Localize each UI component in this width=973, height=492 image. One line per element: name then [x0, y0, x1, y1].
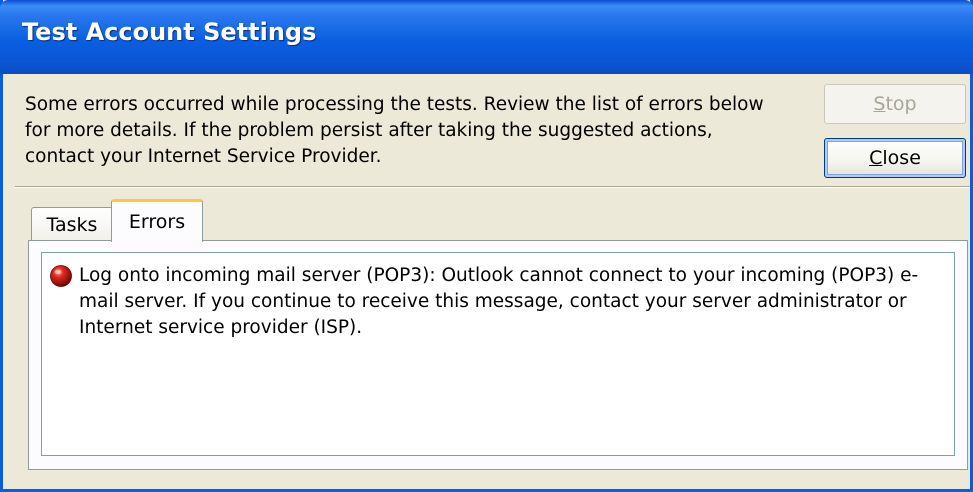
stop-accel: S: [873, 93, 886, 115]
close-label: lose: [882, 147, 921, 169]
errors-tab-panel: Log onto incoming mail server (POP3): Ou…: [28, 240, 968, 470]
status-message: Some errors occurred while processing th…: [25, 94, 764, 167]
close-accel: C: [869, 147, 883, 169]
error-ball-icon: [50, 265, 72, 287]
test-account-settings-dialog: Test Account Settings Some errors occurr…: [0, 0, 973, 492]
stop-label: top: [885, 93, 917, 115]
title-bar[interactable]: Test Account Settings: [0, 0, 973, 74]
close-button[interactable]: Close: [824, 138, 966, 178]
window-title: Test Account Settings: [22, 18, 317, 46]
error-message: Log onto incoming mail server (POP3): Ou…: [79, 265, 919, 338]
stop-button: Stop: [824, 84, 966, 124]
dialog-footer: [3, 470, 970, 489]
tab-tasks[interactable]: Tasks: [31, 207, 113, 241]
error-list[interactable]: Log onto incoming mail server (POP3): Ou…: [41, 252, 955, 456]
separator: [15, 186, 970, 188]
tab-errors[interactable]: Errors: [111, 199, 203, 242]
